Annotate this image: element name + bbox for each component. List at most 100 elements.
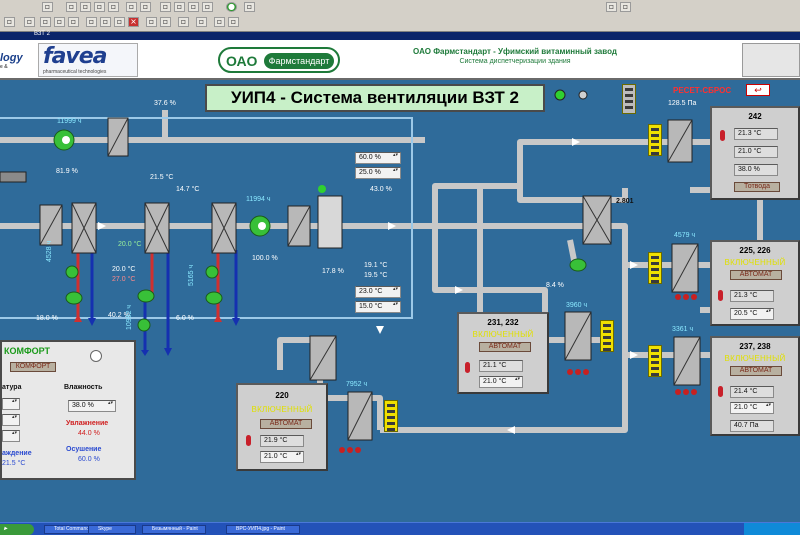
zone-242-pressure: 128.5 Па <box>668 100 697 107</box>
reset-label: РЕСЕТ-СБРОС <box>673 86 732 95</box>
zone-225-temp: 21.3 °C <box>730 290 774 302</box>
zone-225-state: ВКЛЮЧЕННЫЙ <box>724 258 786 267</box>
damper-percent: 37.6 % <box>154 100 176 107</box>
zone-220-mode-button[interactable]: АВТОМАТ <box>260 419 312 429</box>
heater-225 <box>648 252 662 284</box>
temp-mid: 14.7 °C <box>176 186 200 193</box>
comfort-panel: КОМФОРТ КОМФОРТ атура Влажность 38.0 % У… <box>0 340 136 480</box>
zone-242-mode-button[interactable]: Тотвода <box>734 182 780 192</box>
taskbar-item[interactable]: ВРС-УИП4.jpg - Paint <box>226 525 300 534</box>
zone-242-title: 242 <box>748 112 762 121</box>
level-gauge <box>622 84 636 114</box>
humidifier-percent: 43.0 % <box>370 186 392 193</box>
thermometer-icon <box>465 362 470 373</box>
fan1-hours: 11999 ч <box>57 118 82 125</box>
fan2-percent: 100.0 % <box>252 255 278 262</box>
zone-242-humidity: 38.0 % <box>734 164 778 176</box>
zone-237-hours: 3361 ч <box>672 326 694 333</box>
humidifier-value: 17.8 % <box>322 268 344 275</box>
dehumidify-value: 60.0 % <box>78 456 100 463</box>
cooling-value: 21.5 °C <box>2 460 26 467</box>
zone-231-mode-button[interactable]: АВТОМАТ <box>479 342 531 352</box>
zone-237-temp: 21.4 °C <box>730 386 774 398</box>
zone-231-temp: 21.1 °C <box>479 360 523 372</box>
start-button[interactable]: ▸ <box>0 524 34 535</box>
supply-temp: 19.1 °C <box>364 262 388 269</box>
pump3-hours: 5165 ч <box>188 264 195 286</box>
heater-220 <box>384 400 398 432</box>
zone-237-mode-button[interactable]: АВТОМАТ <box>730 366 782 376</box>
valve3-percent: 6.0 % <box>176 315 194 322</box>
taskbar-item[interactable]: Skype <box>88 525 136 534</box>
comfort-title: КОМФОРТ <box>4 346 51 356</box>
thermometer-icon <box>720 130 725 141</box>
thermometer-icon <box>718 386 723 397</box>
zone-237-pressure: 40.7 Па <box>730 420 774 432</box>
zone-242-temp: 21.3 °C <box>734 128 778 140</box>
temp-setpoint-3[interactable] <box>2 430 20 442</box>
humidify-value: 44.0 % <box>78 430 100 437</box>
exhaust-percent: 8.4 % <box>546 282 564 289</box>
pump2-hours: 10992 ч <box>126 304 133 330</box>
zone-225-setpoint[interactable]: 20.5 °C <box>730 308 774 320</box>
heater-237 <box>648 345 662 377</box>
scada-screen: ▫ ▫ ▫ ▫ ▫ ▫ ▫ ▫ ▫ ▫ ▫ ● ▫ ▫ ▫ ▫ ▫ ▫ ▫ ▫ … <box>0 0 800 535</box>
reset-button[interactable]: ↩ <box>746 84 770 96</box>
zone-225-title: 225, 226 <box>739 246 771 255</box>
humidity-setpoint[interactable]: 38.0 % <box>68 400 116 412</box>
zone-225-panel: 225, 226 ВКЛЮЧЕННЫЙ АВТОМАТ 21.3 °C 20.5… <box>710 240 800 326</box>
fan2-hours: 11994 ч <box>246 196 271 203</box>
heater-231 <box>600 320 614 352</box>
zone-220-setpoint[interactable]: 21.0 °C <box>260 451 304 463</box>
zone-231-panel: 231, 232 ВКЛЮЧЕННЫЙ АВТОМАТ 21.1 °C 21.0… <box>457 312 549 394</box>
zone-231-title: 231, 232 <box>487 318 519 327</box>
zone-225-mode-button[interactable]: АВТОМАТ <box>730 270 782 280</box>
exhaust-id: 2.801 <box>616 198 634 205</box>
system-banner: УИП4 - Система вентиляции ВЗТ 2 <box>205 84 545 112</box>
zone-237-panel: 237, 238 ВКЛЮЧЕННЫЙ АВТОМАТ 21.4 °C 21.0… <box>710 336 800 436</box>
zone-237-title: 237, 238 <box>739 342 771 351</box>
temp-setpoint-1[interactable] <box>2 398 20 410</box>
zone-242-setpoint: 21.0 °C <box>734 146 778 158</box>
setpoint-temp-max[interactable]: 23.0 °C <box>355 286 401 298</box>
heater1-return-b: 27.0 °C <box>112 276 136 283</box>
flow-arrows <box>98 138 764 434</box>
zone-225-hours: 4579 ч <box>674 232 696 239</box>
comfort-mode-button[interactable]: КОМФОРТ <box>10 362 56 372</box>
cooling-label: аждение <box>2 450 32 457</box>
humidity-label: Влажность <box>64 384 103 391</box>
setpoint-humidity-max[interactable]: 60.0 % <box>355 152 401 164</box>
clock-icon <box>90 350 102 362</box>
zone-237-state: ВКЛЮЧЕННЫЙ <box>724 354 786 363</box>
temperature-label: атура <box>2 384 22 391</box>
zone-220-temp: 21.9 °C <box>260 435 304 447</box>
zone-220-state: ВКЛЮЧЕННЫЙ <box>251 405 313 414</box>
zone-220-hours: 7952 ч <box>346 381 368 388</box>
zone-231-state: ВКЛЮЧЕННЫЙ <box>472 330 534 339</box>
setpoint-temp-min[interactable]: 15.0 °C <box>355 301 401 313</box>
thermometer-icon <box>718 290 723 301</box>
zone-220-title: 220 <box>275 391 289 400</box>
taskbar-item[interactable]: Безымянный - Paint <box>142 525 206 534</box>
valve1-percent: 18.0 % <box>36 315 58 322</box>
zone-231-setpoint[interactable]: 21.0 °C <box>479 376 523 388</box>
fan1-percent: 81.9 % <box>56 168 78 175</box>
windows-taskbar: ▸ Total Commander 7... Skype Безымянный … <box>0 522 800 535</box>
zone-220-panel: 220 ВКЛЮЧЕННЫЙ АВТОМАТ 21.9 °C 21.0 °C <box>236 383 328 471</box>
return-pipes <box>76 250 220 318</box>
heater1-temp: 20.0 °C <box>118 241 142 248</box>
zone-242-panel: 242 21.3 °C 21.0 °C 38.0 % Тотвода <box>710 106 800 200</box>
heater1-return-a: 20.0 °C <box>112 266 136 273</box>
zone-237-setpoint[interactable]: 21.0 °C <box>730 402 774 414</box>
temp-setpoint-2[interactable] <box>2 414 20 426</box>
humidify-label: Увлажнение <box>66 420 109 427</box>
thermometer-icon <box>246 435 251 446</box>
heater-242 <box>648 124 662 156</box>
zone-231-hours: 3960 ч <box>566 302 588 309</box>
temp-top: 21.5 °C <box>150 174 174 181</box>
setpoint-humidity-min[interactable]: 25.0 % <box>355 167 401 179</box>
dehumidify-label: Осушение <box>66 446 102 453</box>
system-tray <box>744 523 800 535</box>
pump1-hours: 4528 ч <box>46 240 53 262</box>
supply-temp-2: 19.5 °C <box>364 272 388 279</box>
